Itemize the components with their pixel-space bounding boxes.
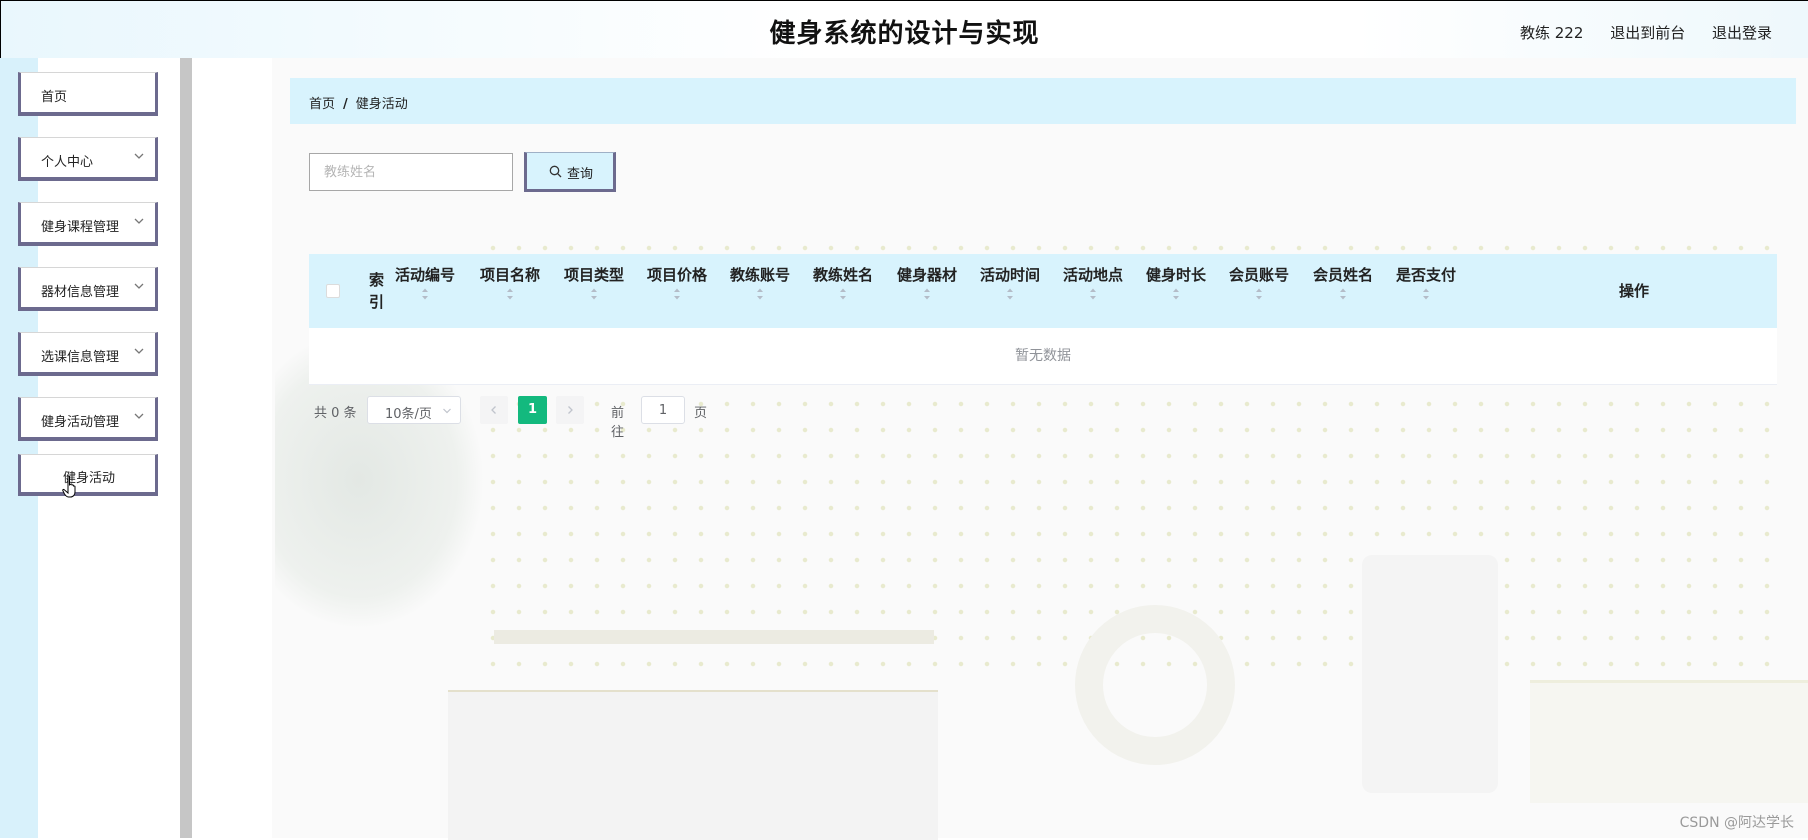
- current-user: 教练 222: [1520, 24, 1584, 42]
- breadcrumb-current: 健身活动: [355, 97, 408, 112]
- chevron-down-icon: [134, 283, 144, 289]
- chevron-right-icon: [568, 406, 573, 414]
- column-header-label: 教练账号: [729, 266, 790, 284]
- chevron-down-icon: [134, 218, 144, 224]
- column-header-label: 会员账号: [1228, 266, 1289, 284]
- goto-suffix: 页: [694, 406, 708, 421]
- column-header[interactable]: 项目名称: [475, 264, 545, 301]
- page-size-value: 10条/页: [385, 407, 432, 422]
- column-header[interactable]: 教练账号: [725, 264, 795, 301]
- cylinder-decoration: [1362, 555, 1498, 793]
- column-header-index: 索引: [369, 271, 385, 311]
- column-header[interactable]: 项目价格: [642, 264, 712, 301]
- chevron-down-icon: [443, 408, 451, 414]
- sort-icon[interactable]: [839, 287, 847, 301]
- sidebar-scrollbar[interactable]: [180, 58, 192, 838]
- column-header[interactable]: 活动时间: [975, 264, 1045, 301]
- column-header-operation: 操作: [1619, 282, 1650, 300]
- sidebar-item-personal-center[interactable]: 个人中心: [18, 137, 158, 181]
- watermark: CSDN @阿达学长: [1679, 815, 1794, 831]
- table-empty-row: 暂无数据: [309, 328, 1777, 385]
- sidebar-item-label: 个人中心: [41, 155, 94, 170]
- sort-icon[interactable]: [756, 287, 764, 301]
- sort-icon[interactable]: [1006, 287, 1014, 301]
- sidebar-subitem-activity[interactable]: 健身活动: [18, 454, 158, 496]
- chevron-down-icon: [134, 348, 144, 354]
- column-header[interactable]: 健身器材: [892, 264, 962, 301]
- book-decoration: [1530, 680, 1808, 803]
- back-to-front-link[interactable]: 退出到前台: [1610, 24, 1685, 42]
- select-all-checkbox[interactable]: [326, 284, 340, 298]
- sort-icon[interactable]: [1255, 287, 1263, 301]
- sidebar-item-label: 器材信息管理: [41, 285, 120, 300]
- hand-cursor-icon: [62, 475, 76, 498]
- breadcrumb-home[interactable]: 首页: [309, 97, 335, 112]
- goto-page-input[interactable]: [641, 396, 685, 424]
- search-button-label: 查询: [567, 167, 594, 182]
- sidebar-item-course-management[interactable]: 健身课程管理: [18, 202, 158, 246]
- sidebar-item-home[interactable]: 首页: [18, 72, 158, 116]
- breadcrumb: 首页 / 健身活动: [290, 78, 1796, 124]
- column-header-label: 活动地点: [1062, 266, 1123, 284]
- column-header-label: 项目价格: [646, 266, 707, 284]
- top-header: 健身系统的设计与实现 教练 222 退出到前台 退出登录: [0, 0, 1808, 58]
- table-header: 索引 活动编号 项目名称 项目类型 项目价格 教练账号 教练姓名 健身器材 活动…: [309, 254, 1777, 328]
- chevron-left-icon: [491, 406, 496, 414]
- sort-icon[interactable]: [590, 287, 598, 301]
- prev-page-button[interactable]: [480, 396, 508, 424]
- column-header-label: 健身时长: [1145, 266, 1206, 284]
- sort-icon[interactable]: [923, 287, 931, 301]
- column-header-label: 项目类型: [563, 266, 624, 284]
- coach-name-search-input[interactable]: [309, 153, 513, 191]
- column-header-label: 教练姓名: [812, 266, 873, 284]
- user-area: 教练 222 退出到前台 退出登录: [1498, 22, 1772, 43]
- page-size-select[interactable]: 10条/页: [367, 396, 461, 424]
- logout-link[interactable]: 退出登录: [1712, 24, 1772, 42]
- column-header-label: 活动时间: [979, 266, 1040, 284]
- sort-icon[interactable]: [1089, 287, 1097, 301]
- sort-icon[interactable]: [506, 287, 514, 301]
- column-header-label: 项目名称: [479, 266, 540, 284]
- breadcrumb-separator: /: [343, 97, 348, 112]
- column-header[interactable]: 活动编号: [390, 264, 460, 301]
- chevron-down-icon: [134, 153, 144, 159]
- search-icon: [549, 165, 562, 178]
- column-header[interactable]: 活动地点: [1058, 264, 1128, 301]
- sort-icon[interactable]: [1339, 287, 1347, 301]
- shelf-decoration: [494, 630, 934, 644]
- sidebar-item-label: 选课信息管理: [41, 350, 120, 365]
- column-header[interactable]: 健身时长: [1141, 264, 1211, 301]
- tape-roll-decoration: [1075, 605, 1235, 765]
- chevron-down-icon: [134, 413, 144, 419]
- box-decoration: [448, 690, 938, 840]
- sidebar-item-enrollment-management[interactable]: 选课信息管理: [18, 332, 158, 376]
- goto-label: 前往: [611, 406, 625, 440]
- column-header[interactable]: 项目类型: [559, 264, 629, 301]
- search-button[interactable]: 查询: [524, 152, 616, 192]
- column-header-label: 会员姓名: [1312, 266, 1373, 284]
- column-header[interactable]: 教练姓名: [808, 264, 878, 301]
- sort-icon[interactable]: [1172, 287, 1180, 301]
- column-header[interactable]: 会员姓名: [1308, 264, 1378, 301]
- sidebar-item-label: 首页: [41, 90, 68, 105]
- sidebar-item-label: 健身活动管理: [41, 415, 120, 430]
- column-header[interactable]: 是否支付: [1391, 264, 1461, 301]
- column-header-label: 是否支付: [1395, 266, 1456, 284]
- sort-icon[interactable]: [421, 287, 429, 301]
- column-header-label: 健身器材: [896, 266, 957, 284]
- sidebar-item-activity-management[interactable]: 健身活动管理: [18, 397, 158, 441]
- next-page-button[interactable]: [556, 396, 584, 424]
- sort-icon[interactable]: [1422, 287, 1430, 301]
- column-header-label: 活动编号: [394, 266, 455, 284]
- page-number-active[interactable]: 1: [518, 396, 547, 424]
- sidebar-item-label: 健身课程管理: [41, 220, 120, 235]
- column-header[interactable]: 会员账号: [1224, 264, 1294, 301]
- sidebar-item-equipment-management[interactable]: 器材信息管理: [18, 267, 158, 311]
- pagination-total: 共 0 条: [314, 406, 357, 421]
- sort-icon[interactable]: [673, 287, 681, 301]
